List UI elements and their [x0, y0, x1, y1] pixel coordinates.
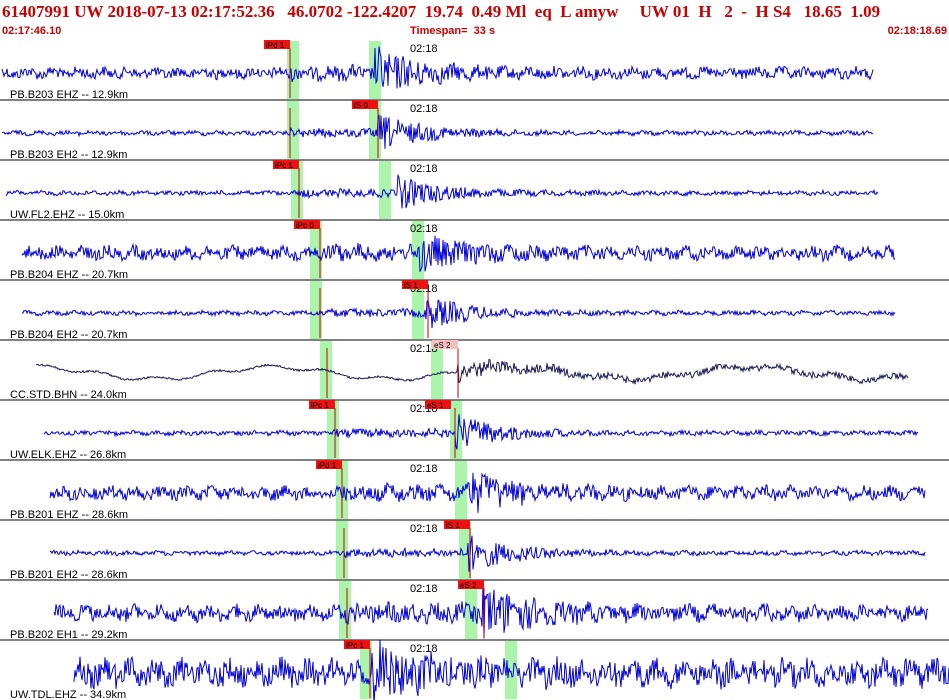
- pick-tag-text: iPc 1: [275, 161, 293, 170]
- pick-tag-text: eS 2: [434, 341, 451, 350]
- station-label: PB.B203 EHZ -- 12.9km: [10, 89, 128, 101]
- pick-tag-text: iPc 1: [311, 401, 329, 410]
- p-pick-tag[interactable]: iPc 0: [294, 220, 320, 230]
- station-label: PB.B204 EH2 -- 20.7km: [10, 329, 127, 341]
- minute-marker: 02:18: [410, 163, 438, 175]
- minute-marker: 02:18: [410, 523, 438, 535]
- station-label: PB.B202 EH1 -- 29.2km: [10, 629, 127, 641]
- trace-row[interactable]: 02:18iS 1PB.B204 EH2 -- 20.7km: [0, 280, 949, 341]
- trace-row[interactable]: 02:18eS 2CC.STD.BHN -- 24.0km: [0, 340, 949, 401]
- waveform: [49, 535, 926, 572]
- start-time: 02:17:46.10: [2, 25, 62, 37]
- p-pick-tag[interactable]: iPc 1: [273, 160, 299, 170]
- trace-row[interactable]: 02:18iPc 1 eS 1UW.ELK.EHZ -- 26.8km: [0, 400, 949, 461]
- pick-tag-text: iS 1: [404, 281, 418, 290]
- pick-tag-text: iS 1: [446, 521, 460, 530]
- waveform: [49, 472, 926, 513]
- waveform: [2, 114, 873, 149]
- event-title: 61407991 UW 2018-07-13 02:17:52.36 46.07…: [2, 2, 881, 21]
- station-label: UW.FL2.EHZ -- 15.0km: [10, 209, 124, 221]
- time-bar: 02:17:46.10 Timespan= 33 s 02:18:18.69: [0, 24, 949, 40]
- minute-marker: 02:18: [410, 43, 438, 55]
- minute-marker: 02:18: [410, 223, 438, 235]
- pick-tag-text: iS 0: [354, 101, 368, 110]
- p-window: [339, 581, 351, 639]
- pick-tag-text: eS 1: [427, 401, 444, 410]
- p-pick-tag[interactable]: iPc 1: [309, 400, 335, 410]
- station-label: PB.B203 EH2 -- 12.9km: [10, 149, 127, 161]
- trace-row[interactable]: 02:18 iPc 1 UW.FL2.EHZ -- 15.0km: [0, 160, 949, 221]
- station-label: PB.B201 EHZ -- 28.6km: [10, 509, 128, 521]
- s-window: [379, 161, 391, 219]
- trace-row[interactable]: 02:18 iS 0 PB.B203 EH2 -- 12.9km: [0, 100, 949, 161]
- event-header: 61407991 UW 2018-07-13 02:17:52.36 46.07…: [0, 0, 949, 40]
- station-label: UW.TDL.EHZ -- 34.9km: [10, 689, 126, 700]
- waveform: [21, 298, 896, 329]
- station-label: CC.STD.BHN -- 24.0km: [10, 389, 127, 401]
- waveform: [35, 359, 909, 385]
- p-pick-tag[interactable]: iS 0: [352, 100, 378, 110]
- p-pick-tag[interactable]: iPd 1: [264, 40, 290, 50]
- pick-tag-text: eS 2: [460, 581, 477, 590]
- waveform: [53, 583, 929, 639]
- waveform: [43, 414, 918, 450]
- p-window: [336, 521, 348, 579]
- pick-tag-text: iPc 1: [346, 641, 364, 650]
- p-pick-tag[interactable]: iS 1: [444, 520, 470, 530]
- pick-tag-text: iPd 1: [266, 41, 285, 50]
- minute-marker: 02:18: [410, 583, 438, 595]
- s-pick-tag[interactable]: eS 1: [425, 400, 451, 410]
- timespan-label: Timespan= 33 s: [410, 25, 496, 37]
- end-time: 02:18:18.69: [887, 25, 947, 37]
- trace-row[interactable]: 02:18 eS 2 PB.B202 EH1 -- 29.2km: [0, 580, 949, 641]
- minute-marker: 02:18: [410, 463, 438, 475]
- trace-row[interactable]: 02:18 iPd 1 PB.B201 EHZ -- 28.6km: [0, 460, 949, 521]
- p-pick-tag[interactable]: iPd 1: [316, 460, 342, 470]
- minute-marker: 02:18: [410, 643, 438, 655]
- waveform: [21, 235, 896, 272]
- trace-row[interactable]: 02:18 iPd 1 PB.B203 EHZ -- 12.9km: [0, 40, 949, 101]
- trace-row[interactable]: 02:18 iS 1 PB.B201 EH2 -- 28.6km: [0, 520, 949, 581]
- p-pick-tag[interactable]: eS 2: [432, 340, 458, 350]
- trace-panel: 02:18 iPd 1 PB.B203 EHZ -- 12.9km 02:18 iS 0…: [0, 40, 949, 700]
- p-pick-tag[interactable]: iPc 1: [344, 640, 370, 650]
- p-pick-tag[interactable]: iS 1: [402, 280, 428, 290]
- p-window: [287, 101, 299, 159]
- waveform: [5, 174, 879, 209]
- pick-tag-text: iPc 0: [296, 221, 314, 230]
- pick-tag-text: iPd 1: [318, 461, 337, 470]
- p-window: [287, 41, 299, 99]
- station-label: PB.B201 EH2 -- 28.6km: [10, 569, 127, 581]
- station-label: UW.ELK.EHZ -- 26.8km: [10, 449, 126, 461]
- minute-marker: 02:18: [410, 103, 438, 115]
- station-label: PB.B204 EHZ -- 20.7km: [10, 269, 128, 281]
- p-window: [291, 161, 303, 219]
- s-window: [450, 401, 462, 459]
- trace-row[interactable]: 02:18 iPc 0 PB.B204 EHZ -- 20.7km: [0, 220, 949, 281]
- p-pick-tag[interactable]: eS 2: [458, 580, 484, 590]
- trace-row[interactable]: 02:18 iPc 1 UW.TDL.EHZ -- 34.9km: [10, 639, 949, 700]
